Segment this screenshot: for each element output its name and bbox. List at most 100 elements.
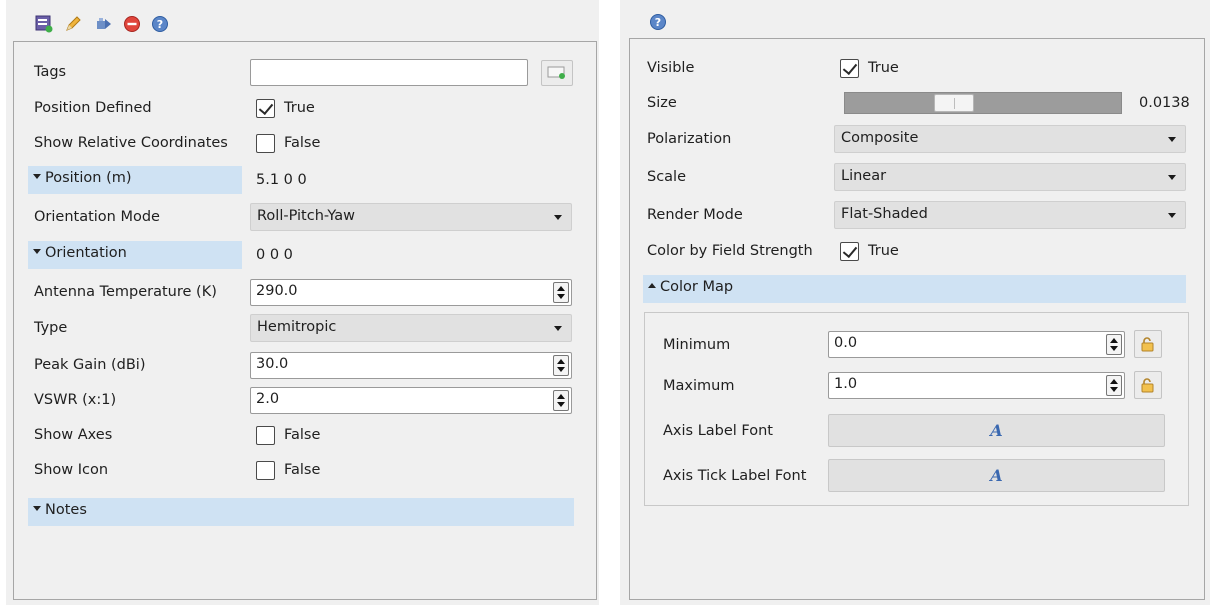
axis-tick-label-font-label: Axis Tick Label Font	[663, 468, 807, 484]
render-mode-label: Render Mode	[647, 207, 743, 223]
svg-text:?: ?	[157, 18, 163, 31]
minimum-lock-button[interactable]	[1134, 330, 1162, 358]
axis-label-font-label: Axis Label Font	[663, 423, 773, 439]
axis-label-font-button[interactable]: A	[828, 414, 1165, 447]
scale-label: Scale	[647, 169, 687, 185]
axis-tick-label-font-button[interactable]: A	[828, 459, 1165, 492]
properties-icon[interactable]	[34, 14, 54, 34]
spin-buttons[interactable]	[553, 282, 569, 303]
show-relative-label: Show Relative Coordinates	[34, 135, 228, 151]
tags-add-button[interactable]	[541, 60, 573, 86]
font-icon: A	[990, 421, 1003, 440]
pattern-display-panel: ? Visible True Size 0.0138 Polarization …	[620, 0, 1210, 605]
type-select[interactable]: Hemitropic	[250, 314, 572, 342]
pencil-icon[interactable]	[63, 14, 83, 34]
position-defined-value: True	[284, 100, 315, 116]
show-icon-value: False	[284, 462, 321, 478]
vswr-input[interactable]: 2.0	[250, 387, 572, 414]
show-axes-checkbox[interactable]	[256, 426, 275, 445]
minimum-value: 0.0	[834, 335, 858, 351]
orientation-section-header[interactable]: Orientation	[28, 241, 242, 269]
right-properties-frame: Visible True Size 0.0138 Polarization Co…	[629, 38, 1205, 600]
chevron-down-icon	[554, 326, 562, 331]
color-map-section-header[interactable]: Color Map	[643, 275, 1186, 303]
size-slider[interactable]	[844, 92, 1122, 114]
antenna-temperature-label: Antenna Temperature (K)	[34, 284, 217, 300]
size-value: 0.0138	[1139, 95, 1190, 111]
antenna-temperature-value: 290.0	[256, 283, 298, 299]
spin-buttons[interactable]	[553, 355, 569, 376]
size-label: Size	[647, 95, 677, 111]
antenna-properties-panel: ? Tags Position Defined True Show Relati…	[6, 0, 599, 605]
vswr-value: 2.0	[256, 391, 280, 407]
spin-buttons[interactable]	[553, 390, 569, 411]
antenna-temperature-input[interactable]: 290.0	[250, 279, 572, 306]
size-slider-handle[interactable]	[934, 94, 974, 112]
tag-add-icon	[547, 66, 565, 79]
color-map-group: Minimum 0.0 Maximum 1.0 Axis Label Font …	[644, 312, 1189, 506]
color-by-field-strength-checkbox[interactable]	[840, 242, 859, 261]
collapse-arrow-icon	[648, 283, 656, 288]
spin-buttons[interactable]	[1106, 334, 1122, 355]
minimum-label: Minimum	[663, 337, 731, 353]
show-relative-value: False	[284, 135, 321, 151]
font-icon: A	[990, 466, 1003, 485]
position-section-header[interactable]: Position (m)	[28, 166, 242, 194]
orientation-mode-select[interactable]: Roll-Pitch-Yaw	[250, 203, 572, 231]
chevron-down-icon	[1168, 175, 1176, 180]
peak-gain-label: Peak Gain (dBi)	[34, 357, 146, 373]
visible-label: Visible	[647, 60, 695, 76]
spin-buttons[interactable]	[1106, 375, 1122, 396]
help-icon[interactable]: ?	[150, 14, 170, 34]
position-defined-label: Position Defined	[34, 100, 152, 116]
left-properties-frame: Tags Position Defined True Show Relative…	[13, 41, 597, 600]
orientation-mode-label: Orientation Mode	[34, 209, 160, 225]
vswr-label: VSWR (x:1)	[34, 392, 117, 408]
position-section-label: Position (m)	[45, 170, 132, 186]
show-relative-checkbox[interactable]	[256, 134, 275, 153]
render-mode-select[interactable]: Flat-Shaded	[834, 201, 1186, 229]
orientation-mode-value: Roll-Pitch-Yaw	[257, 208, 356, 224]
visible-checkbox[interactable]	[840, 59, 859, 78]
delete-icon[interactable]	[122, 14, 142, 34]
visible-value: True	[868, 60, 899, 76]
show-icon-label: Show Icon	[34, 462, 109, 478]
orientation-section-label: Orientation	[45, 245, 127, 261]
polarization-select[interactable]: Composite	[834, 125, 1186, 153]
unlock-icon	[1141, 337, 1154, 352]
notes-section-label: Notes	[45, 502, 87, 518]
peak-gain-input[interactable]: 30.0	[250, 352, 572, 379]
peak-gain-value: 30.0	[256, 356, 289, 372]
chevron-down-icon	[1168, 137, 1176, 142]
maximum-lock-button[interactable]	[1134, 371, 1162, 399]
right-toolbar: ?	[620, 0, 1210, 40]
maximum-input[interactable]: 1.0	[828, 372, 1125, 399]
type-label: Type	[34, 320, 68, 336]
expand-arrow-icon	[33, 506, 41, 511]
position-defined-checkbox[interactable]	[256, 99, 275, 118]
color-by-field-strength-value: True	[868, 243, 899, 259]
orientation-value: 0 0 0	[256, 247, 293, 263]
type-value: Hemitropic	[257, 319, 337, 335]
minimum-input[interactable]: 0.0	[828, 331, 1125, 358]
svg-text:?: ?	[655, 16, 661, 29]
expand-arrow-icon	[33, 174, 41, 179]
scale-select[interactable]: Linear	[834, 163, 1186, 191]
scale-value: Linear	[841, 168, 887, 184]
tags-label: Tags	[34, 64, 67, 80]
move-icon[interactable]	[94, 14, 114, 34]
tags-input[interactable]	[250, 59, 528, 86]
position-value: 5.1 0 0	[256, 172, 307, 188]
color-by-field-strength-label: Color by Field Strength	[647, 243, 813, 259]
polarization-value: Composite	[841, 130, 919, 146]
notes-section-header[interactable]: Notes	[28, 498, 574, 526]
show-icon-checkbox[interactable]	[256, 461, 275, 480]
chevron-down-icon	[1168, 213, 1176, 218]
maximum-value: 1.0	[834, 376, 858, 392]
color-map-section-label: Color Map	[660, 279, 734, 295]
help-icon[interactable]: ?	[648, 12, 668, 32]
show-axes-value: False	[284, 427, 321, 443]
left-toolbar: ?	[6, 0, 599, 40]
chevron-down-icon	[554, 215, 562, 220]
maximum-label: Maximum	[663, 378, 735, 394]
